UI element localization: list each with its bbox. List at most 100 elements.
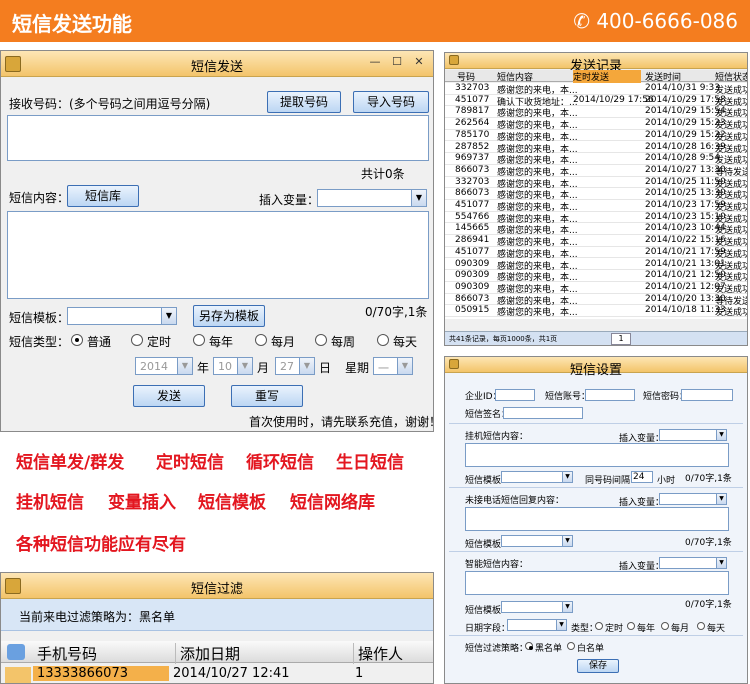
sms-send-titlebar: 短信发送 — ☐ ✕: [1, 51, 433, 77]
hangup-content-textarea[interactable]: [465, 443, 729, 467]
template-label: 短信模板：: [9, 311, 70, 325]
table-row[interactable]: 866073 感谢您的来电，本... 2014/10/25 13:30 发送成功: [445, 188, 747, 201]
insert-variable-select[interactable]: ▼: [317, 189, 427, 207]
insert-variable-select-2[interactable]: ▼: [659, 493, 727, 505]
char-counter: 0/70字,1条: [365, 305, 428, 319]
month-unit: 月: [257, 361, 270, 375]
table-row[interactable]: 451077 确认下收货地址：... 2014/10/29 17:56 2014/10…: [445, 94, 747, 108]
chevron-down-icon: ▼: [237, 358, 252, 374]
records-titlebar: 发送记录: [445, 53, 747, 74]
col-date: 添加日期: [175, 643, 240, 664]
sms-library-button[interactable]: 短信库: [67, 185, 139, 207]
table-row[interactable]: 145665 感谢您的来电，本... 2014/10/23 10:44 发送成功: [445, 223, 747, 236]
template-select[interactable]: ▼: [501, 471, 573, 483]
table-row[interactable]: 866073 感谢您的来电，本... 2014/10/27 13:30 等待发送: [445, 165, 747, 178]
feature-2: 定时短信: [156, 453, 224, 473]
table-cell: 145665: [455, 223, 490, 234]
cell-phone: 13333866073: [33, 666, 169, 681]
save-template-button[interactable]: 另存为模板: [193, 305, 265, 327]
table-cell: 262564: [455, 118, 490, 129]
smart-type-timed-radio[interactable]: [595, 622, 603, 630]
row-selector[interactable]: [5, 667, 31, 683]
smart-type-daily: 每天: [707, 624, 726, 634]
fetch-numbers-button[interactable]: 提取号码: [267, 91, 341, 113]
feature-3: 循环短信: [246, 453, 314, 473]
type-timed-radio[interactable]: [131, 334, 143, 346]
table-cell: 332703: [455, 176, 490, 187]
year-select[interactable]: 2014 ▼: [135, 357, 193, 375]
signature-input[interactable]: [503, 407, 583, 419]
sms-settings-window: 短信设置 企业ID： 短信账号： 短信密码： 短信签名： 挂机短信内容： 插入变…: [444, 356, 748, 684]
table-row[interactable]: 262564 感谢您的来电，本... 2014/10/29 15:23 发送成功: [445, 118, 747, 131]
smart-content-textarea[interactable]: [465, 571, 729, 595]
smart-type-daily-radio[interactable]: [697, 622, 705, 630]
content-textarea[interactable]: [7, 211, 429, 299]
table-row[interactable]: 090309 感谢您的来电，本... 2014/10/21 12:07 发送成功: [445, 282, 747, 295]
close-button[interactable]: ✕: [409, 53, 429, 71]
reset-button[interactable]: 重写: [231, 385, 303, 407]
policy-whitelist: 白名单: [577, 644, 605, 654]
sms-send-window: 短信发送 — ☐ ✕ 接收号码：(多个号码之间用逗号分隔) 提取号码 导入号码 …: [0, 50, 434, 432]
table-cell: 451077: [455, 94, 490, 105]
type-normal-radio[interactable]: [71, 334, 83, 346]
interval-select[interactable]: 24: [631, 471, 653, 483]
table-row[interactable]: 866073 感谢您的来电，本... 2014/10/20 13:30 等待发送: [445, 294, 747, 307]
insert-variable-label: 插入变量：: [259, 193, 320, 207]
week-select[interactable]: 一 ▼: [373, 357, 413, 375]
missed-content-textarea[interactable]: [465, 507, 729, 531]
smart-type-yearly-radio[interactable]: [627, 622, 635, 630]
table-cell: 2014/10/28 9:54: [645, 153, 720, 164]
table-row[interactable]: 286941 感谢您的来电，本... 2014/10/22 15:16 发送成功: [445, 235, 747, 248]
table-row[interactable]: 090309 感谢您的来电，本... 2014/10/21 13:01 发送成功: [445, 259, 747, 272]
table-cell: 789817: [455, 106, 490, 117]
smart-type-monthly-radio[interactable]: [661, 622, 669, 630]
month-select[interactable]: 10 ▼: [213, 357, 253, 375]
date-field-select[interactable]: ▼: [507, 619, 567, 631]
date-field-label: 日期字段：: [465, 624, 511, 634]
table-row[interactable]: 050915 感谢您的来电，本... 2014/10/18 11:33 发送成功: [445, 305, 747, 318]
table-row[interactable]: 332703 感谢您的来电，本... 2014/10/25 11:50 发送成功: [445, 176, 747, 190]
save-button[interactable]: 保存: [577, 659, 619, 673]
table-row[interactable]: 451077 感谢您的来电，本... 2014/10/21 17:59 发送成功: [445, 247, 747, 260]
insert-variable-select-3[interactable]: ▼: [659, 557, 727, 569]
table-row[interactable]: 785170 感谢您的来电，本... 2014/10/29 15:22 发送成功: [445, 130, 747, 143]
table-row[interactable]: 969737 感谢您的来电，本... 2014/10/28 9:54 发送成功: [445, 153, 747, 166]
insert-variable-select[interactable]: ▼: [659, 429, 727, 441]
type-yearly-radio[interactable]: [193, 334, 205, 346]
records-body: 332703 感谢您的来电，本... 2014/10/31 9:33 发送成功 4510…: [445, 83, 747, 319]
filter-policy-bar: 当前来电过滤策略为：黑名单: [1, 599, 433, 631]
table-row[interactable]: 332703 感谢您的来电，本... 2014/10/31 9:33 发送成功: [445, 83, 747, 96]
password-input[interactable]: [681, 389, 733, 401]
day-select[interactable]: 27 ▼: [275, 357, 315, 375]
cell-operator: 1: [355, 666, 364, 681]
table-row[interactable]: 090309 感谢您的来电，本... 2014/10/21 12:50 发送成功: [445, 270, 747, 283]
table-row[interactable]: 789817 感谢您的来电，本... 2014/10/29 15:54 发送成功: [445, 106, 747, 119]
maximize-button[interactable]: ☐: [387, 53, 407, 71]
type-daily-label: 每天: [393, 335, 418, 349]
table-cell: 2014/10/25 13:30: [645, 188, 726, 199]
type-monthly-radio[interactable]: [255, 334, 267, 346]
account-input[interactable]: [585, 389, 635, 401]
table-row[interactable]: 13333866073 2014/10/27 12:41 1: [1, 665, 433, 683]
filter-policy-label: 短信过滤策略：: [465, 644, 529, 654]
import-numbers-button[interactable]: 导入号码: [353, 91, 429, 113]
template-select[interactable]: ▼: [67, 307, 177, 325]
chevron-down-icon: ▼: [411, 190, 426, 206]
page-input[interactable]: 1: [611, 333, 631, 345]
table-cell: 286941: [455, 235, 490, 246]
ent-id-input[interactable]: [495, 389, 535, 401]
send-button[interactable]: 发送: [133, 385, 205, 407]
table-row[interactable]: 451077 感谢您的来电，本... 2014/10/23 17:59 发送成功: [445, 200, 747, 213]
table-cell: 2014/10/21 12:50: [645, 270, 726, 281]
type-weekly-radio[interactable]: [315, 334, 327, 346]
policy-blacklist: 黑名单: [535, 644, 563, 654]
table-row[interactable]: 554766 感谢您的来电，本... 2014/10/23 15:10 发送成功: [445, 212, 747, 225]
recipients-textarea[interactable]: [7, 115, 429, 161]
template-select-3[interactable]: ▼: [501, 601, 573, 613]
type-daily-radio[interactable]: [377, 334, 389, 346]
table-row[interactable]: 287852 感谢您的来电，本... 2014/10/28 16:39 发送成功: [445, 142, 747, 155]
minimize-button[interactable]: —: [365, 53, 385, 71]
policy-whitelist-radio[interactable]: [567, 642, 575, 650]
policy-blacklist-radio[interactable]: [525, 642, 533, 650]
template-select-2[interactable]: ▼: [501, 535, 573, 547]
